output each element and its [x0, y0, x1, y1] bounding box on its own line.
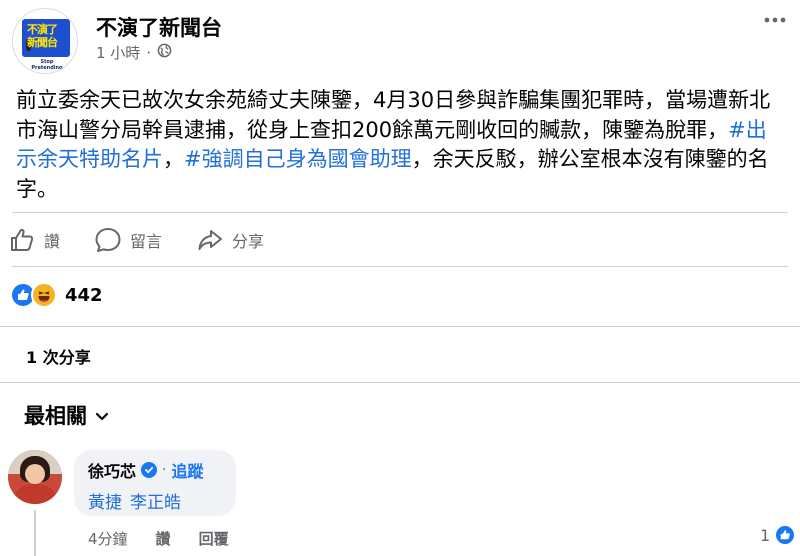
page-avatar[interactable]: 不演了 新聞台 Stop Pretending [12, 8, 78, 74]
share-label: 分享 [232, 232, 265, 251]
globe-icon [157, 43, 172, 62]
hashtag-link[interactable]: #強調自己身為國會助理 [184, 147, 412, 171]
comment-reply-button[interactable]: 回覆 [199, 528, 229, 549]
comment-time[interactable]: 4分鐘 [88, 528, 128, 549]
like-icon [8, 226, 36, 254]
separator-dot: · [162, 462, 167, 478]
post-header: 不演了 新聞台 Stop Pretending 不演了新聞台 1 小時 · [0, 0, 800, 76]
share-button[interactable]: 分享 [196, 222, 264, 258]
post-meta: 1 小時 · [96, 42, 172, 63]
mention-link[interactable]: 黃捷 [88, 488, 122, 513]
divider [0, 382, 800, 383]
post-text-part: 前立委余天已故次女余苑綺丈夫陳鑒，4月30日參與詐騙集團犯罪時，當場遭新北市海山… [16, 88, 771, 142]
comment-icon [94, 226, 122, 254]
chevron-down-icon [95, 403, 109, 427]
post-text: 前立委余天已故次女余苑綺丈夫陳鑒，4月30日參與詐騙集團犯罪時，當場遭新北市海山… [16, 86, 786, 204]
reaction-summary[interactable]: 442 [10, 282, 103, 308]
comment-sort-dropdown[interactable]: 最相關 [24, 400, 109, 430]
meta-dot: · [146, 43, 152, 62]
like-label: 讚 [44, 232, 61, 251]
like-reaction-icon [774, 524, 797, 546]
comment-author-row: 徐巧芯 · 追蹤 [88, 458, 203, 482]
post-text-part: ， [163, 147, 184, 171]
divider [12, 266, 788, 267]
comment-label: 留言 [130, 232, 163, 251]
comment-meta: 4分鐘 讚 回覆 [88, 528, 257, 549]
comment-reaction-summary[interactable]: 1 [760, 524, 797, 546]
logo-subtext: Stop Pretending [31, 59, 63, 71]
verified-badge-icon [141, 462, 158, 478]
haha-reaction-icon [31, 282, 57, 308]
commenter-avatar[interactable] [8, 450, 62, 504]
divider [0, 326, 800, 327]
comment-author[interactable]: 徐巧芯 [88, 458, 136, 482]
comment-like-button[interactable]: 讚 [156, 528, 171, 549]
more-options-icon[interactable] [760, 10, 790, 32]
comment-reaction-count: 1 [760, 525, 771, 545]
thread-line [34, 510, 36, 556]
reaction-count: 442 [65, 284, 103, 306]
share-icon [196, 226, 224, 254]
comment-mentions: 黃捷 李正皓 [88, 488, 181, 513]
page-name[interactable]: 不演了新聞台 [96, 12, 222, 42]
post-time[interactable]: 1 小時 [96, 42, 140, 63]
follow-button[interactable]: 追蹤 [171, 458, 203, 482]
share-count[interactable]: 1 次分享 [26, 344, 91, 368]
divider [12, 212, 788, 213]
sort-label: 最相關 [24, 404, 87, 428]
comment-bubble: 徐巧芯 · 追蹤 黃捷 李正皓 [74, 450, 236, 516]
mention-link[interactable]: 李正皓 [130, 488, 181, 513]
comment-button[interactable]: 留言 [94, 222, 162, 258]
post-actions: 讚 留言 分享 [0, 222, 800, 262]
like-button[interactable]: 讚 [8, 222, 60, 258]
logo-text: 不演了 新聞台 [27, 23, 58, 49]
